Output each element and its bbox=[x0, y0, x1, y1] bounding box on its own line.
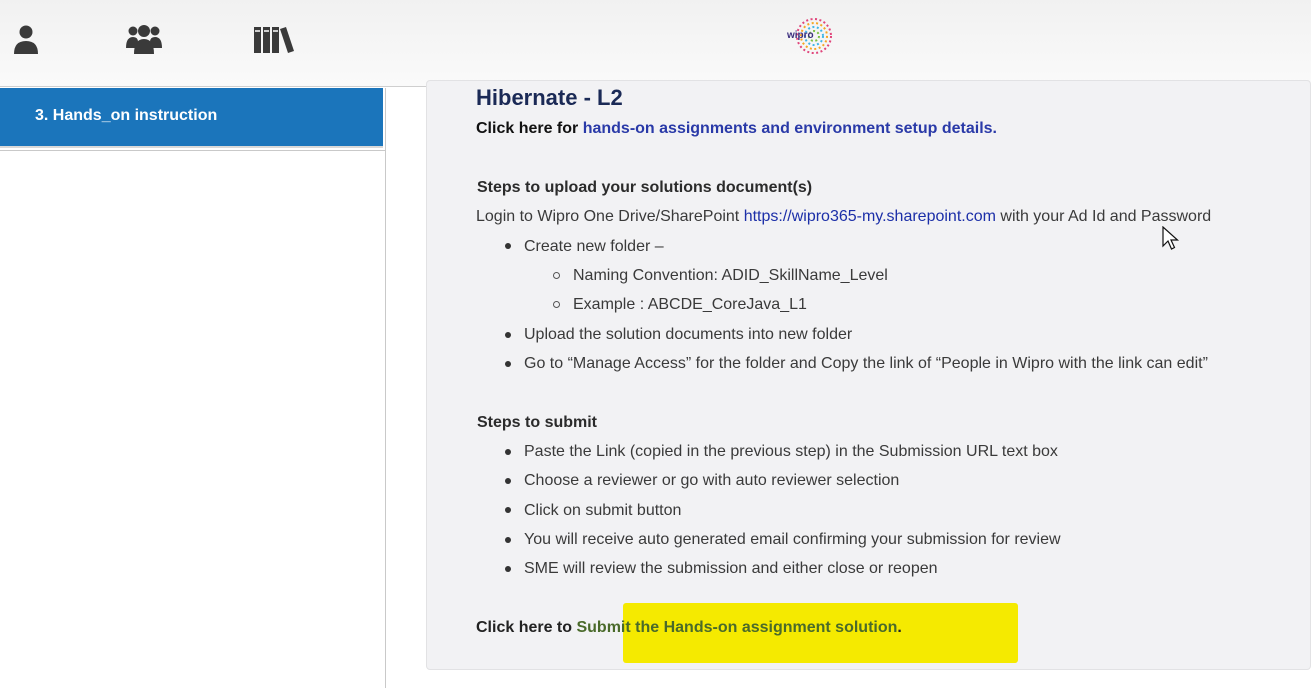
intro-prefix: Click here for bbox=[476, 120, 583, 137]
list-item: You will receive auto generated email co… bbox=[524, 531, 1061, 548]
bullet-dot bbox=[505, 566, 511, 572]
bullet-dot bbox=[505, 449, 511, 455]
submit-solution-link[interactable]: Submit the Hands-on assignment solution bbox=[576, 619, 897, 636]
submit-prefix: Click here to bbox=[476, 619, 577, 636]
top-navigation-bar: wipro bbox=[0, 0, 1311, 87]
bullet-dot bbox=[505, 507, 511, 513]
library-icon[interactable] bbox=[252, 22, 294, 58]
sidebar-item-hands-on-instruction[interactable]: 3. Hands_on instruction bbox=[0, 88, 383, 148]
login-instruction: Login to Wipro One Drive/SharePoint http… bbox=[476, 208, 1211, 226]
list-item: Example : ABCDE_CoreJava_L1 bbox=[573, 296, 807, 313]
user-icon[interactable] bbox=[8, 22, 48, 58]
submit-section-title: Steps to submit bbox=[477, 414, 598, 431]
bullet-dot bbox=[505, 243, 511, 249]
sub-bullet-circle bbox=[553, 272, 560, 279]
list-item: Upload the solution documents into new f… bbox=[524, 326, 853, 343]
bullet-dot bbox=[505, 361, 511, 367]
sidebar: 3. Hands_on instruction bbox=[0, 88, 386, 688]
intro-text: Click here for hands-on assignments and … bbox=[476, 120, 997, 138]
sharepoint-link[interactable]: https://wipro365-my.sharepoint.com bbox=[744, 208, 996, 225]
login-suffix: with your Ad Id and Password bbox=[995, 208, 1212, 225]
submit-instruction: Click here to Submit the Hands-on assign… bbox=[476, 619, 902, 637]
bullet-dot bbox=[505, 478, 511, 484]
hands-on-details-link[interactable]: hands-on assignments and environment set… bbox=[583, 120, 997, 137]
list-item: Naming Convention: ADID_SkillName_Level bbox=[573, 267, 888, 284]
submit-suffix: . bbox=[897, 619, 902, 636]
instruction-card: Hibernate - L2 Click here for hands-on a… bbox=[426, 80, 1311, 670]
page-title: Hibernate - L2 bbox=[476, 85, 623, 110]
sidebar-divider bbox=[0, 150, 385, 151]
list-item: Click on submit button bbox=[524, 502, 682, 519]
bullet-dot bbox=[505, 332, 511, 338]
bullet-dot bbox=[505, 537, 511, 543]
list-item: Choose a reviewer or go with auto review… bbox=[524, 472, 900, 489]
mouse-pointer-icon bbox=[1162, 225, 1180, 257]
list-item: SME will review the submission and eithe… bbox=[524, 560, 938, 577]
sub-bullet-circle bbox=[553, 301, 560, 308]
login-prefix: Login to Wipro One Drive/SharePoint bbox=[476, 208, 744, 225]
upload-section-title: Steps to upload your solutions document(… bbox=[477, 179, 813, 196]
logo-text: wipro bbox=[787, 30, 814, 41]
wipro-logo: wipro bbox=[782, 16, 836, 56]
list-item: Go to “Manage Access” for the folder and… bbox=[524, 355, 1208, 372]
group-icon[interactable] bbox=[124, 22, 164, 58]
list-item: Create new folder – bbox=[524, 238, 664, 255]
list-item: Paste the Link (copied in the previous s… bbox=[524, 443, 1058, 460]
